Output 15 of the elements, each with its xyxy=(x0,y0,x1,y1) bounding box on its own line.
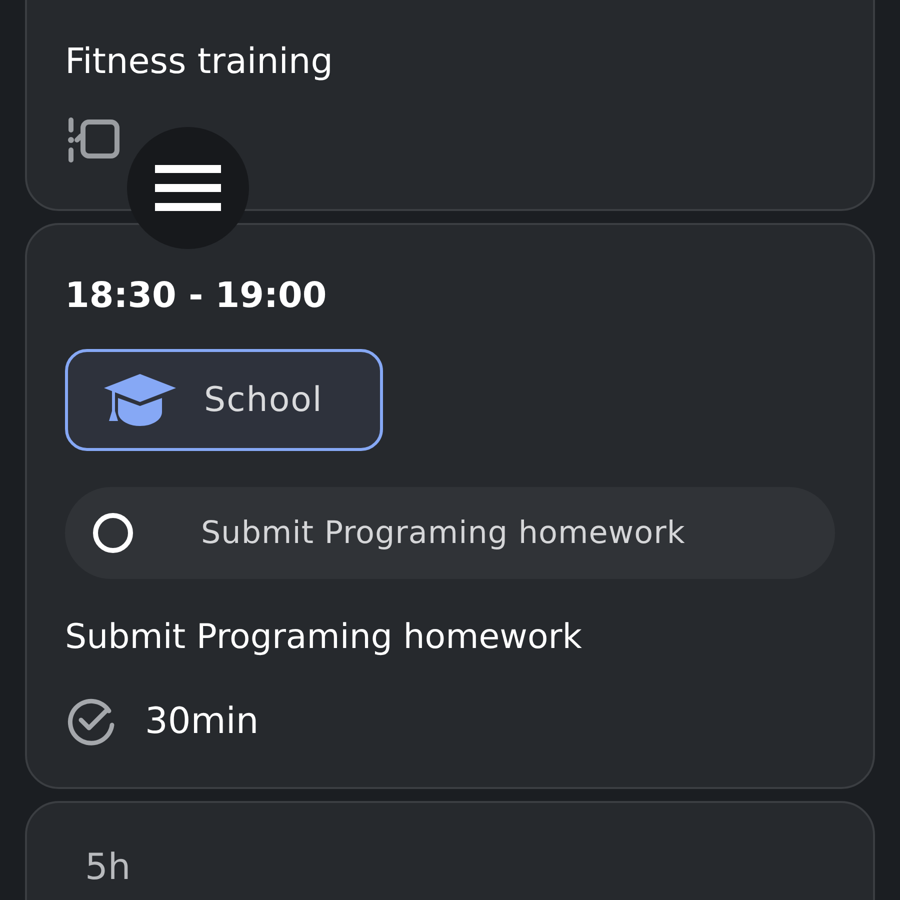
event-time: 18:30 - 19:00 xyxy=(65,275,328,318)
duration-text: 5h xyxy=(85,847,131,888)
task-checkbox[interactable] xyxy=(93,513,133,553)
graduation-cap-icon xyxy=(102,372,178,428)
task-title: Submit Programing homework xyxy=(65,616,583,659)
event-card[interactable]: 18:30 - 19:00 School Submit Programing homework Submit Programing homework 30min xyxy=(25,223,875,789)
event-title: Fitness training xyxy=(65,41,334,84)
event-card[interactable]: 5h xyxy=(25,801,875,900)
menu-icon xyxy=(155,165,221,211)
subtask-icon xyxy=(65,116,121,164)
duration-text: 30min xyxy=(145,700,259,742)
category-tag[interactable]: School xyxy=(65,349,383,451)
task-label: Submit Programing homework xyxy=(201,515,686,551)
event-card[interactable]: Fitness training xyxy=(25,0,875,211)
task-item[interactable]: Submit Programing homework xyxy=(65,487,835,579)
